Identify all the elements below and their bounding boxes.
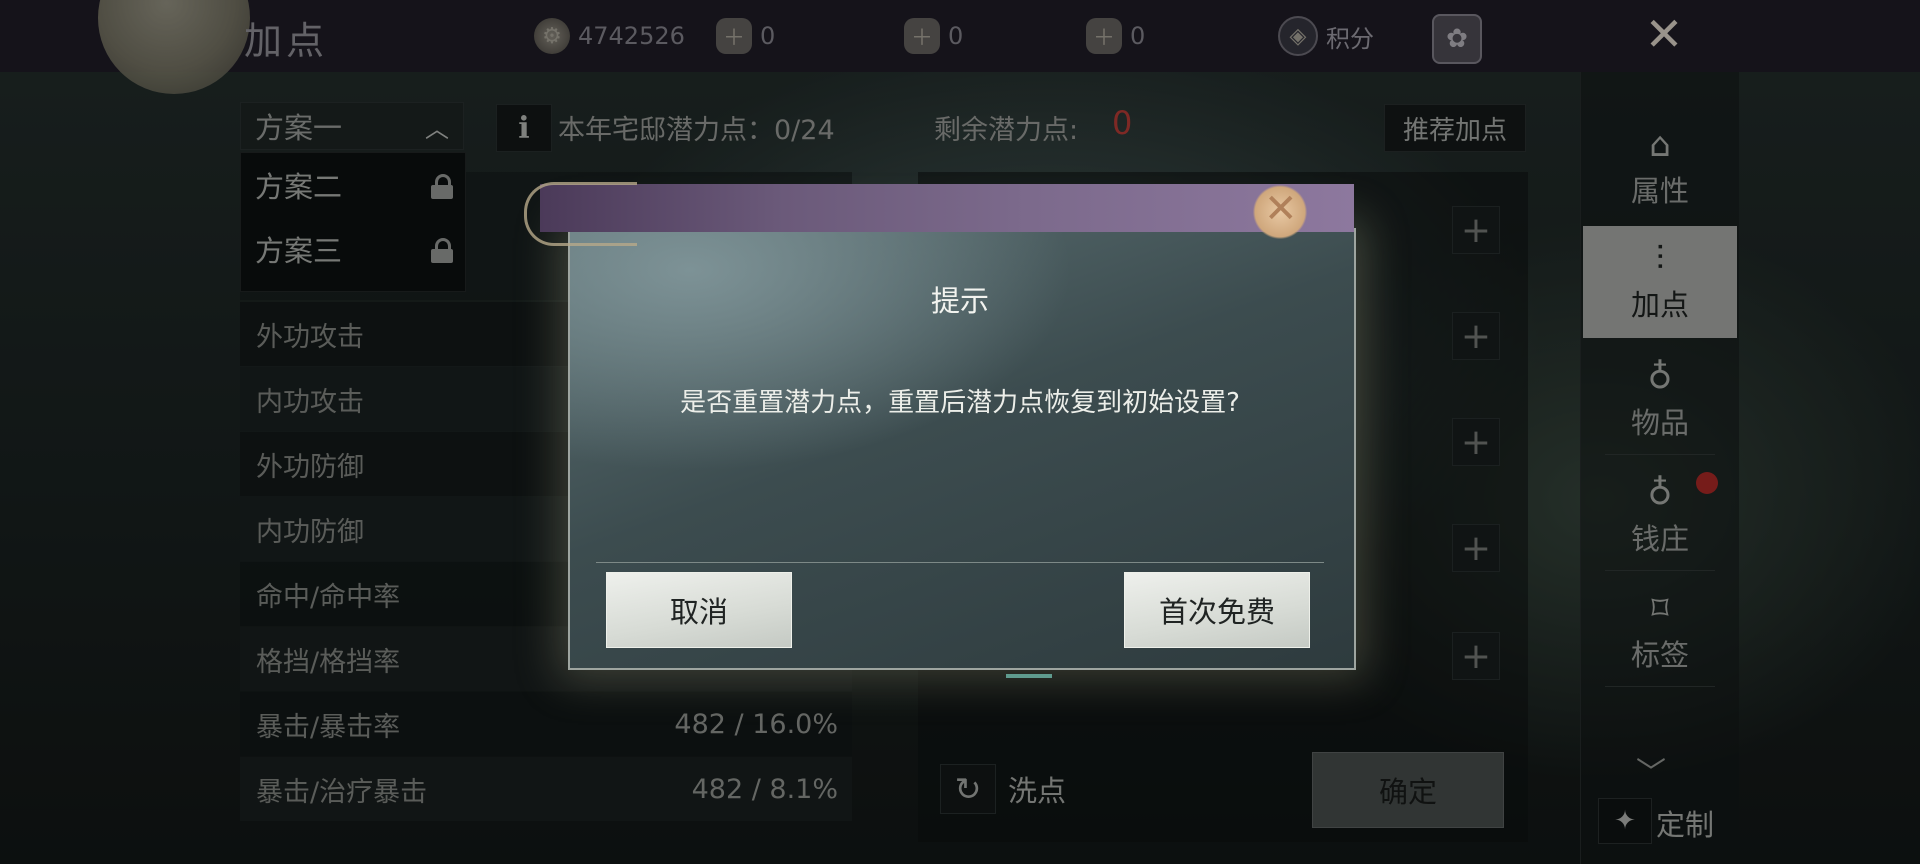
- dialog-divider: [596, 562, 1324, 563]
- free-reset-button[interactable]: 首次免费: [1124, 572, 1310, 648]
- flower-icon: [1248, 180, 1312, 244]
- decorative-line: [1006, 674, 1052, 678]
- dialog-message: 是否重置潜力点，重置后潜力点恢复到初始设置?: [680, 388, 1240, 418]
- cloud-swirl-decoration: [524, 182, 637, 246]
- cancel-button[interactable]: 取消: [606, 572, 792, 648]
- dialog-ribbon-decoration: [540, 184, 1354, 232]
- dialog-title: 提示: [930, 284, 989, 318]
